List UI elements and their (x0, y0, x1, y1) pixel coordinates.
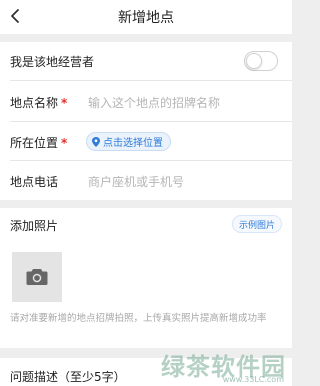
owner-label: 我是该地经营者 (10, 55, 95, 69)
header-bar: 新增地点 (0, 0, 292, 34)
location-label-text: 所在位置 (10, 136, 59, 150)
phone-input[interactable]: 商户座机或手机号 (88, 173, 184, 190)
owner-toggle[interactable] (244, 51, 278, 71)
location-row: 所在位置 * 点击选择位置 (0, 122, 292, 161)
example-photo-button[interactable]: 示例图片 (231, 215, 282, 233)
watermark-url: www.33LC.com (222, 375, 284, 384)
watermark-logo: 绿茶软件园 www.33LC.com (161, 347, 286, 384)
toggle-knob (246, 53, 262, 69)
photo-section: 添加照片 示例图片 请对准要新增的地点招牌拍照，上传真实照片提高新增成功率 (0, 208, 292, 348)
name-label-text: 地点名称 (10, 96, 59, 110)
name-row[interactable]: 地点名称 * 输入这个地点的招牌名称 (0, 81, 292, 122)
photo-hint: 请对准要新增的地点招牌拍照，上传真实照片提高新增成功率 (10, 313, 267, 324)
owner-row: 我是该地经营者 (0, 42, 292, 81)
phone-row[interactable]: 地点电话 商户座机或手机号 (0, 161, 292, 200)
location-label: 所在位置 * (10, 134, 67, 151)
select-location-label: 点击选择位置 (103, 138, 163, 149)
select-location-button[interactable]: 点击选择位置 (86, 132, 171, 151)
phone-label: 地点电话 (10, 175, 59, 189)
page-title: 新增地点 (118, 10, 174, 26)
camera-icon (26, 269, 48, 285)
example-photo-label: 示例图片 (238, 220, 275, 231)
map-pin-icon (92, 136, 100, 147)
required-mark: * (61, 96, 68, 110)
name-input[interactable]: 输入这个地点的招牌名称 (88, 94, 220, 111)
description-label: 问题描述（至少5字） (10, 370, 126, 384)
name-label: 地点名称 * (10, 94, 67, 111)
required-mark: * (61, 136, 68, 150)
add-photo-button[interactable] (12, 252, 62, 302)
photo-section-title: 添加照片 (10, 219, 59, 233)
